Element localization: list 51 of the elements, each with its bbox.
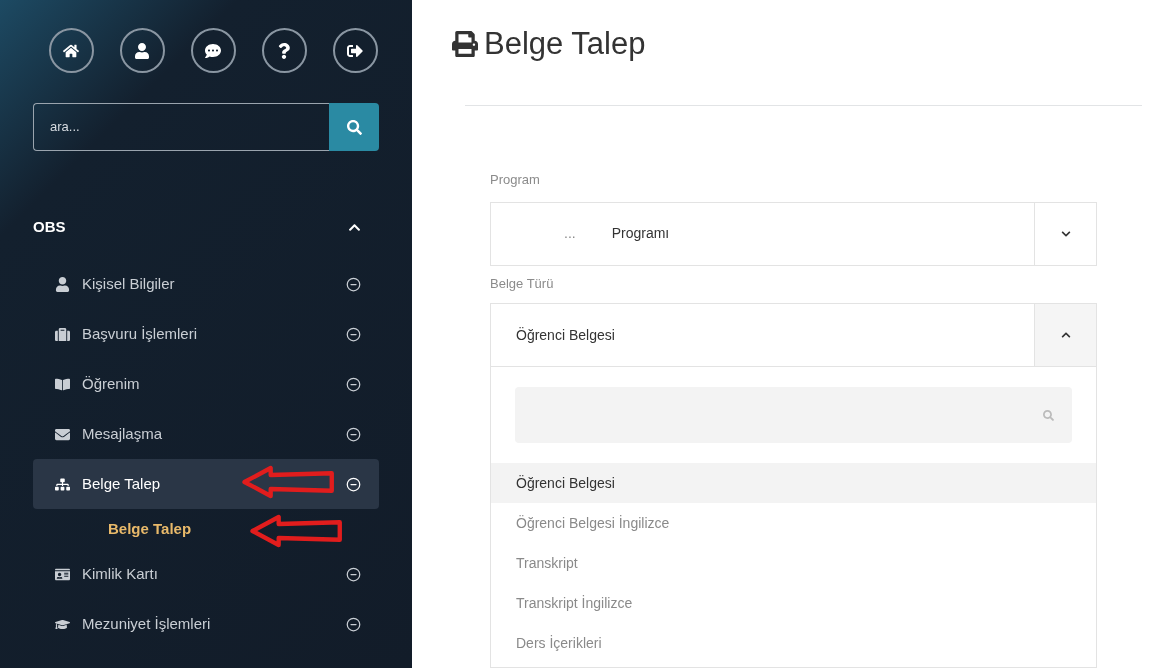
menu-item[interactable]: Belge Talep — [33, 459, 379, 509]
dropdown-option[interactable]: Öğrenci Belgesi İngilizce — [491, 503, 1096, 543]
chevron-up-icon — [1060, 330, 1071, 340]
section-header[interactable]: OBS — [33, 209, 379, 245]
minus-circle-icon — [346, 426, 361, 442]
user-button[interactable] — [119, 28, 165, 73]
select-field[interactable]: Öğrenci Belgesi — [490, 303, 1097, 367]
select-value: ... — [563, 224, 576, 243]
minus-circle-icon — [346, 376, 361, 392]
chevron-down-icon — [1060, 228, 1071, 239]
user-icon — [134, 42, 150, 59]
select-value: Öğrenci Belgesi — [516, 325, 615, 345]
help-icon — [276, 42, 292, 59]
minus-circle-icon — [346, 616, 361, 632]
search-icon — [346, 119, 362, 135]
select-value: Programı — [611, 224, 670, 243]
user-icon — [55, 276, 70, 292]
envelope-icon — [55, 426, 70, 442]
submenu-item[interactable]: Belge Talep — [33, 509, 379, 549]
chat-button[interactable] — [190, 28, 236, 73]
menu-item[interactable]: Mesajlaşma — [33, 409, 379, 459]
help-button[interactable] — [261, 28, 307, 73]
select-field[interactable]: ... Programı — [490, 201, 1097, 266]
menu-item[interactable]: Mezuniyet İşlemleri — [33, 599, 379, 649]
dropdown-option[interactable]: Ders İçerikleri — [491, 623, 1096, 663]
minus-circle-icon — [346, 276, 361, 292]
chat-icon — [205, 42, 221, 59]
printer-icon — [452, 31, 478, 57]
field-label: Program — [490, 171, 541, 189]
sitemap-icon — [55, 476, 70, 492]
menu-item[interactable]: Kimlik Kartı — [33, 549, 379, 599]
dropdown-search-field[interactable] — [515, 387, 1072, 443]
minus-circle-icon — [346, 476, 361, 492]
search-field[interactable]: ara... — [33, 103, 329, 151]
menu-item[interactable]: Başvuru İşlemleri — [33, 309, 379, 359]
minus-circle-icon — [346, 566, 361, 582]
id-card-icon — [55, 566, 70, 582]
home-icon — [63, 42, 79, 59]
field-label: Belge Türü — [490, 274, 555, 293]
logout-icon — [347, 42, 363, 59]
dropdown-option[interactable]: Öğrenci Belgesi — [491, 463, 1096, 503]
menu-item[interactable]: Öğrenim — [33, 359, 379, 409]
suitcase-icon — [55, 326, 70, 342]
search-icon — [1043, 409, 1054, 421]
minus-circle-icon — [346, 326, 361, 342]
home-button[interactable] — [48, 28, 94, 73]
search-button[interactable] — [329, 103, 379, 151]
menu-item[interactable]: Kişisel Bilgiler — [33, 259, 379, 309]
page-title: Belge Talep — [484, 24, 646, 63]
book-icon — [55, 376, 70, 392]
logout-button[interactable] — [332, 28, 378, 73]
